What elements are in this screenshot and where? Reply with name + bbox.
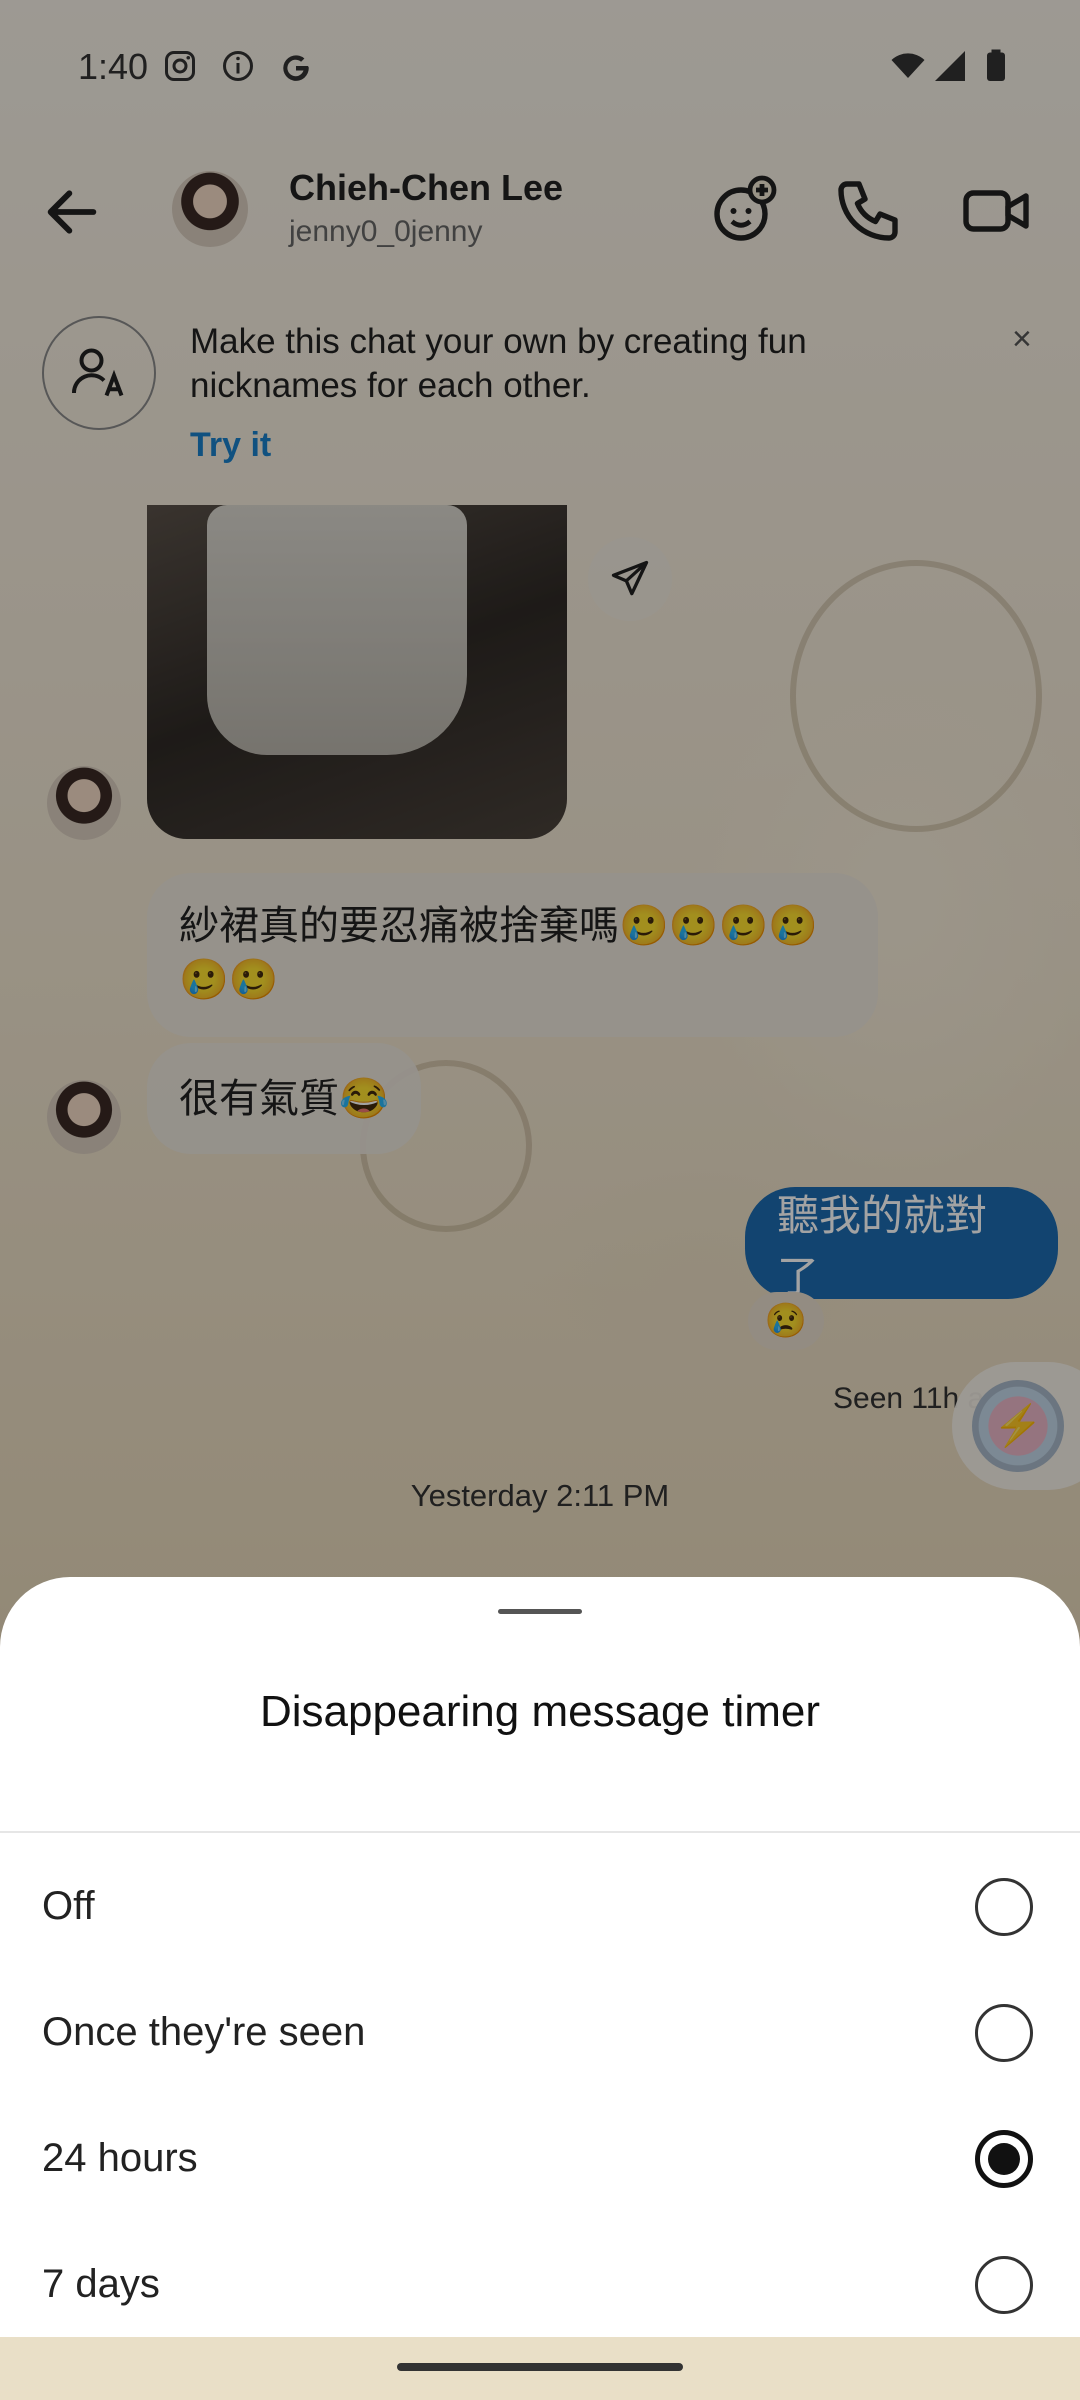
option-label: Off [42, 1884, 95, 1928]
timer-option-24-hours[interactable]: 24 hours [0, 2098, 1080, 2224]
divider [0, 1831, 1080, 1833]
timer-option-7-days[interactable]: 7 days [0, 2224, 1080, 2350]
option-label: 24 hours [42, 2136, 198, 2180]
radio-button[interactable] [975, 2004, 1033, 2062]
system-nav-bar [0, 2337, 1080, 2400]
timer-option-once-seen[interactable]: Once they're seen [0, 1972, 1080, 2098]
radio-button[interactable] [975, 1878, 1033, 1936]
radio-button[interactable] [975, 2256, 1033, 2314]
radio-button-selected[interactable] [975, 2130, 1033, 2188]
timer-option-off[interactable]: Off [0, 1846, 1080, 1972]
option-label: Once they're seen [42, 2010, 366, 2054]
home-gesture-bar[interactable] [397, 2363, 683, 2371]
timer-bottom-sheet: Disappearing message timer Off Once they… [0, 1577, 1080, 2337]
sheet-title: Disappearing message timer [259, 1687, 821, 1736]
option-label: 7 days [42, 2262, 160, 2306]
drag-handle[interactable] [498, 1609, 582, 1614]
